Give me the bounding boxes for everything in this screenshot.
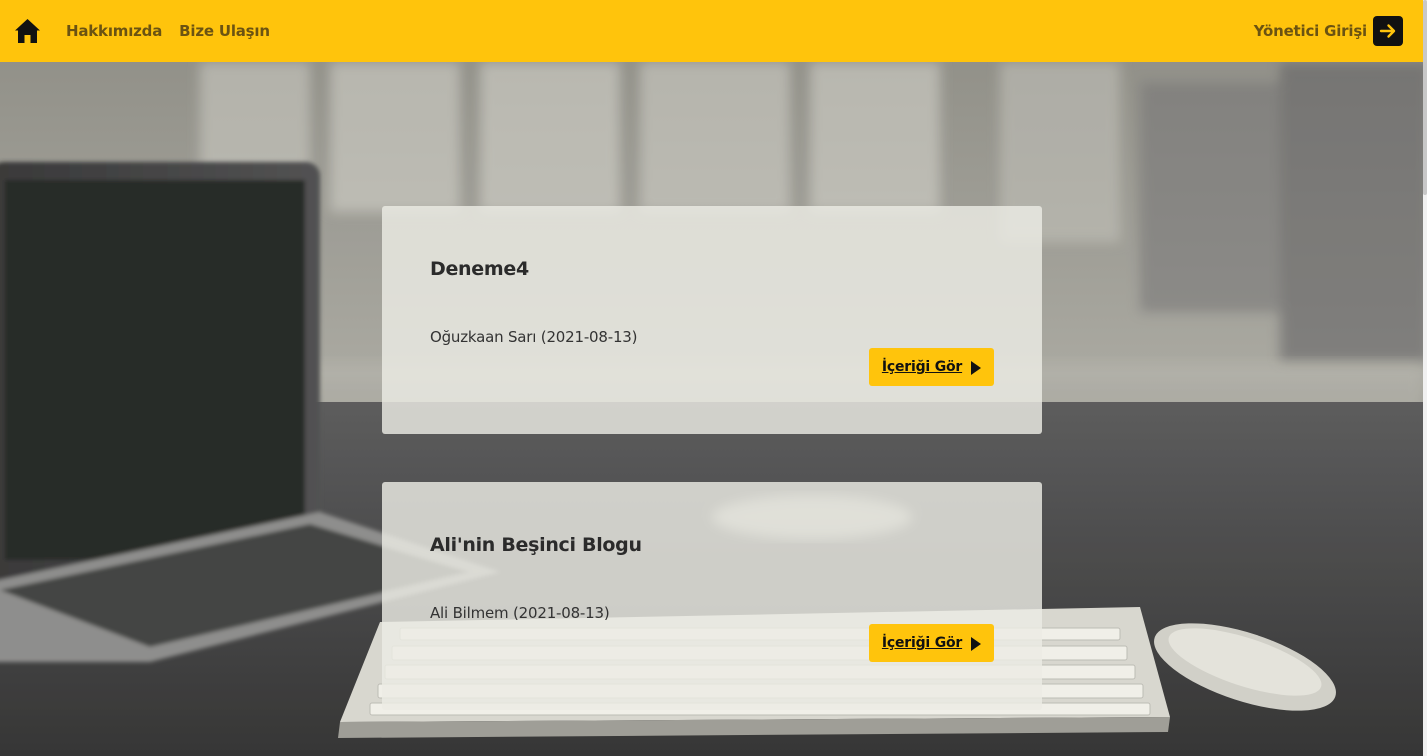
- view-content-button[interactable]: İçeriği Gör: [869, 624, 994, 662]
- home-icon: [14, 19, 40, 43]
- view-content-button[interactable]: İçeriği Gör: [869, 348, 994, 386]
- admin-login-link[interactable]: Yönetici Girişi: [1254, 16, 1403, 46]
- home-link[interactable]: [13, 17, 41, 45]
- view-content-label: İçeriği Gör: [881, 359, 963, 375]
- page-scrollbar[interactable]: [1423, 0, 1427, 756]
- post-card: Deneme4 Oğuzkaan Sarı (2021-08-13) İçeri…: [382, 206, 1042, 434]
- post-title: Deneme4: [430, 258, 529, 280]
- top-navbar: Hakkımızda Bize Ulaşın Yönetici Girişi: [0, 0, 1423, 62]
- arrow-right-icon: [1379, 24, 1396, 38]
- admin-login-label: Yönetici Girişi: [1253, 22, 1367, 40]
- post-meta: Oğuzkaan Sarı (2021-08-13): [430, 328, 638, 346]
- post-meta: Ali Bilmem (2021-08-13): [430, 604, 610, 622]
- post-title: Ali'nin Beşinci Blogu: [430, 534, 642, 556]
- nav-link-contact[interactable]: Bize Ulaşın: [179, 22, 270, 40]
- post-card: Ali'nin Beşinci Blogu Ali Bilmem (2021-0…: [382, 482, 1042, 710]
- play-icon: [971, 360, 982, 375]
- admin-login-button[interactable]: [1373, 16, 1403, 46]
- view-content-label: İçeriği Gör: [881, 635, 963, 651]
- nav-link-about[interactable]: Hakkımızda: [66, 22, 162, 40]
- scrollbar-thumb[interactable]: [1423, 0, 1427, 195]
- play-icon: [971, 636, 982, 651]
